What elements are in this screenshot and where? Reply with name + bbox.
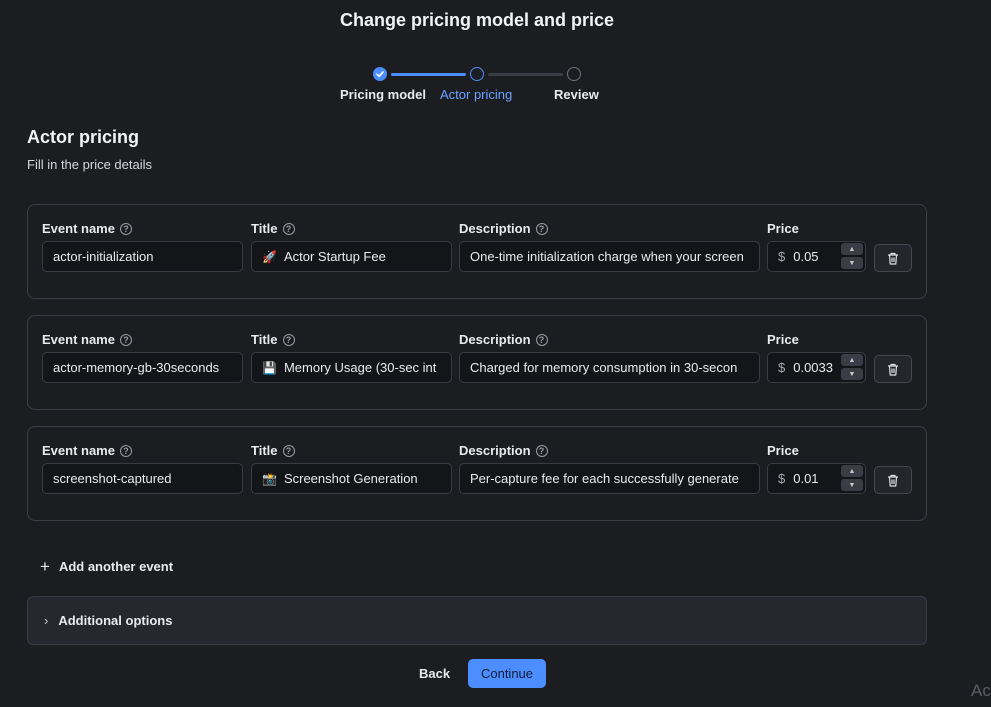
add-event-button[interactable]: + Add another event xyxy=(40,556,174,576)
title-input[interactable]: 📸 Screenshot Generation xyxy=(251,463,452,494)
help-icon[interactable]: ? xyxy=(535,444,548,457)
step-label-actor-pricing: Actor pricing xyxy=(440,87,513,102)
step-connector-todo xyxy=(488,73,563,76)
title-input[interactable]: 🚀 Actor Startup Fee xyxy=(251,241,452,272)
decrement-icon[interactable]: ▼ xyxy=(841,368,863,380)
description-input[interactable]: Per-capture fee for each successfully ge… xyxy=(459,463,760,494)
delete-event-button[interactable] xyxy=(874,466,912,494)
price-value: 0.0033 xyxy=(793,360,833,375)
event-name-input[interactable]: actor-initialization xyxy=(42,241,243,272)
step-done-check-icon xyxy=(373,67,387,81)
decrement-icon[interactable]: ▼ xyxy=(841,479,863,491)
title-label: Title? xyxy=(251,332,295,347)
event-name-label: Event name? xyxy=(42,443,132,458)
price-value: 0.01 xyxy=(793,471,819,486)
increment-icon[interactable]: ▲ xyxy=(841,465,863,477)
additional-options-toggle[interactable]: › Additional options xyxy=(27,596,927,645)
description-input[interactable]: Charged for memory consumption in 30-sec… xyxy=(459,352,760,383)
price-label: Price xyxy=(767,221,799,236)
event-name-input[interactable]: actor-memory-gb-30seconds xyxy=(42,352,243,383)
event-card: Event name? Title? Description? Price ac… xyxy=(27,204,927,299)
event-card: Event name? Title? Description? Price ac… xyxy=(27,315,927,410)
currency-symbol: $ xyxy=(778,471,786,486)
delete-event-button[interactable] xyxy=(874,355,912,383)
trash-icon xyxy=(888,474,898,487)
additional-options-label: Additional options xyxy=(58,613,173,628)
help-icon[interactable]: ? xyxy=(282,222,295,235)
description-input[interactable]: One-time initialization charge when your… xyxy=(459,241,760,272)
currency-symbol: $ xyxy=(778,360,786,375)
help-icon[interactable]: ? xyxy=(282,444,295,457)
price-stepper: ▲ ▼ xyxy=(841,465,863,492)
price-stepper: ▲ ▼ xyxy=(841,243,863,270)
trash-icon xyxy=(888,363,898,376)
section-title: Actor pricing xyxy=(27,127,140,147)
increment-icon[interactable]: ▲ xyxy=(841,354,863,366)
currency-symbol: $ xyxy=(778,249,786,264)
step-label-pricing-model: Pricing model xyxy=(340,87,426,102)
chevron-right-icon: › xyxy=(44,613,49,628)
event-name-input[interactable]: screenshot-captured xyxy=(42,463,243,494)
step-connector-done xyxy=(391,73,466,76)
event-name-label: Event name? xyxy=(42,332,132,347)
description-label: Description? xyxy=(459,443,548,458)
title-input[interactable]: 💾 Memory Usage (30-sec int xyxy=(251,352,452,383)
description-label: Description? xyxy=(459,332,548,347)
price-input[interactable]: $ 0.0033 ▲ ▼ xyxy=(767,352,866,383)
delete-event-button[interactable] xyxy=(874,244,912,272)
price-label: Price xyxy=(767,443,799,458)
step-active-indicator xyxy=(470,67,484,81)
dialog-title: Change pricing model and price xyxy=(339,10,615,30)
title-label: Title? xyxy=(251,443,295,458)
trash-icon xyxy=(888,252,898,265)
event-name-label: Event name? xyxy=(42,221,132,236)
event-card: Event name? Title? Description? Price sc… xyxy=(27,426,927,521)
help-icon[interactable]: ? xyxy=(119,222,132,235)
increment-icon[interactable]: ▲ xyxy=(841,243,863,255)
price-label: Price xyxy=(767,332,799,347)
activation-watermark: Ac xyxy=(971,681,991,700)
back-button[interactable]: Back xyxy=(419,666,450,681)
add-event-label: Add another event xyxy=(58,559,174,574)
price-input[interactable]: $ 0.01 ▲ ▼ xyxy=(767,463,866,494)
price-value: 0.05 xyxy=(793,249,819,264)
help-icon[interactable]: ? xyxy=(119,333,132,346)
step-label-review: Review xyxy=(554,87,599,102)
plus-icon: + xyxy=(40,556,50,576)
help-icon[interactable]: ? xyxy=(282,333,295,346)
help-icon[interactable]: ? xyxy=(119,444,132,457)
section-subtitle: Fill in the price details xyxy=(27,157,152,172)
step-todo-indicator xyxy=(567,67,581,81)
decrement-icon[interactable]: ▼ xyxy=(841,257,863,269)
description-label: Description? xyxy=(459,221,548,236)
floppy-disk-icon: 💾 xyxy=(262,360,277,375)
continue-button[interactable]: Continue xyxy=(468,659,546,688)
title-label: Title? xyxy=(251,221,295,236)
price-input[interactable]: $ 0.05 ▲ ▼ xyxy=(767,241,866,272)
progress-stepper: Pricing model Actor pricing Review xyxy=(0,66,991,106)
rocket-icon: 🚀 xyxy=(262,249,277,264)
camera-icon: 📸 xyxy=(262,471,277,486)
price-stepper: ▲ ▼ xyxy=(841,354,863,381)
help-icon[interactable]: ? xyxy=(535,222,548,235)
help-icon[interactable]: ? xyxy=(535,333,548,346)
